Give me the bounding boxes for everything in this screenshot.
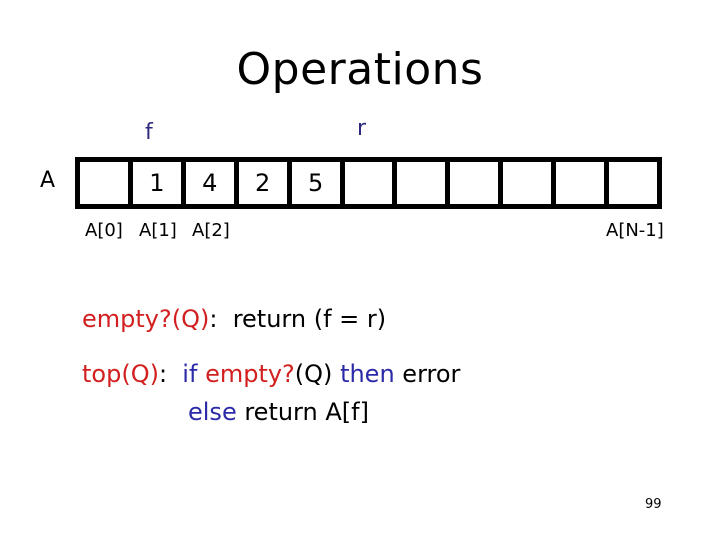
colon: : xyxy=(209,305,233,333)
array-cell: 2 xyxy=(239,162,292,204)
keyword-then: then xyxy=(340,360,395,388)
array-cell: 1 xyxy=(133,162,186,204)
code-line-empty: empty?(Q): return (f = r) xyxy=(82,305,386,333)
array-name: A xyxy=(40,168,56,193)
array-cell xyxy=(345,162,398,204)
call-arg: (Q) xyxy=(294,360,333,388)
operation-name: empty?(Q) xyxy=(82,305,210,333)
code-body: return A[f] xyxy=(236,398,369,426)
front-pointer-label: f xyxy=(145,120,153,145)
keyword-else: else xyxy=(188,398,237,426)
rear-pointer-label: r xyxy=(357,116,367,141)
index-label-last: A[N-1] xyxy=(606,220,664,241)
array-cell xyxy=(609,162,657,204)
array-cell xyxy=(556,162,610,204)
array-cell xyxy=(397,162,451,204)
code-body: error xyxy=(394,360,461,388)
array-cell: 5 xyxy=(292,162,345,204)
index-label-1: A[1] xyxy=(139,220,177,241)
array: 1 4 2 5 xyxy=(75,157,662,209)
operation-name: top(Q) xyxy=(82,360,159,388)
array-cell xyxy=(503,162,557,204)
keyword-if: if xyxy=(182,360,198,388)
code-line-top: top(Q): if empty?(Q) then error xyxy=(82,360,460,388)
index-label-0: A[0] xyxy=(85,220,123,241)
index-label-2: A[2] xyxy=(192,220,230,241)
array-cell xyxy=(80,162,133,204)
array-cell xyxy=(450,162,504,204)
colon: : xyxy=(158,360,183,388)
code-line-else: else return A[f] xyxy=(188,398,369,426)
array-cell: 4 xyxy=(186,162,239,204)
page-number: 99 xyxy=(645,497,662,512)
call-name: empty? xyxy=(205,360,295,388)
code-body: return (f = r) xyxy=(232,305,387,333)
slide-title: Operations xyxy=(236,44,484,95)
